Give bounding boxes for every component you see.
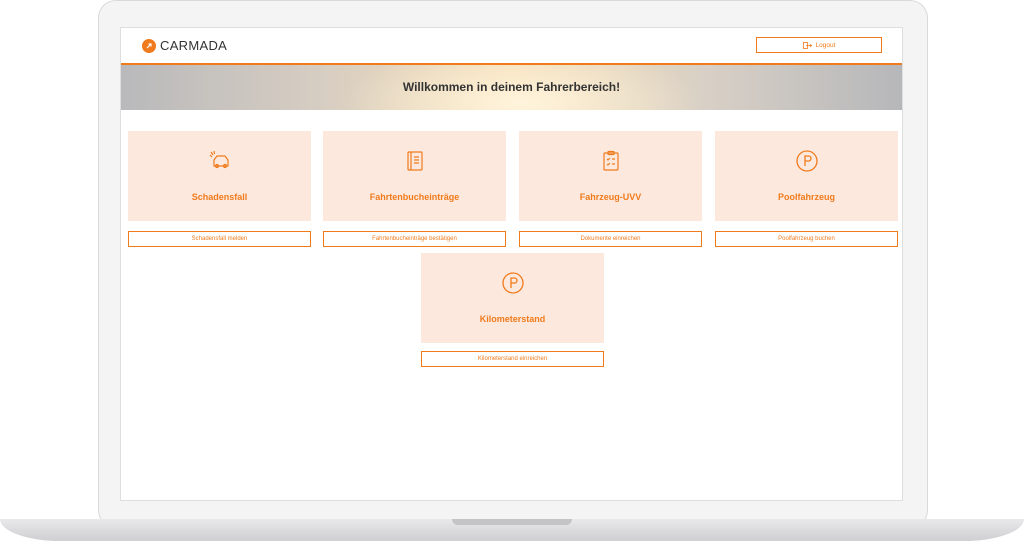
card-schadensfall[interactable]: Schadensfall [128,131,311,221]
welcome-banner: Willkommen in deinem Fahrerbereich! [121,65,902,110]
parking-icon [501,272,524,294]
kilometerstand-einreichen-button[interactable]: Kilometerstand einreichen [421,351,604,367]
card-title: Kilometerstand [479,314,546,324]
schadensfall-melden-button[interactable]: Schadensfall melden [128,231,311,247]
card-title: Poolfahrzeug [777,192,835,202]
card-fahrzeug-uvv[interactable]: Fahrzeug-UVV [519,131,702,221]
logout-icon [802,41,812,49]
app-screen: CARMADA Logout Willkommen in deinem Fahr… [120,27,903,501]
logbook-icon [406,151,423,171]
card-poolfahrzeug[interactable]: Poolfahrzeug [715,131,898,221]
card-kilometerstand[interactable]: Kilometerstand [421,253,604,343]
dokumente-einreichen-button[interactable]: Dokumente einreichen [519,231,702,247]
poolfahrzeug-buchen-button[interactable]: Poolfahrzeug buchen [715,231,898,247]
card-title: Fahrtenbucheinträge [369,192,460,202]
logo[interactable]: CARMADA [142,38,227,53]
fahrtenbuch-bestaetigen-button[interactable]: Fahrtenbucheinträge bestätigen [323,231,506,247]
top-header: CARMADA Logout [121,28,902,65]
logout-button[interactable]: Logout [756,37,882,53]
card-fahrtenbuch[interactable]: Fahrtenbucheinträge [323,131,506,221]
card-title: Fahrzeug-UVV [579,192,642,202]
checklist-icon [602,150,619,171]
damage-car-icon [209,150,229,169]
laptop-notch [452,519,572,525]
logout-label: Logout [815,41,836,49]
laptop-base [0,519,1024,541]
logo-icon [142,38,156,53]
logo-text: CARMADA [160,38,228,53]
parking-icon [795,150,818,172]
card-title: Schadensfall [191,192,248,202]
page-title: Willkommen in deinem Fahrerbereich! [402,80,621,94]
